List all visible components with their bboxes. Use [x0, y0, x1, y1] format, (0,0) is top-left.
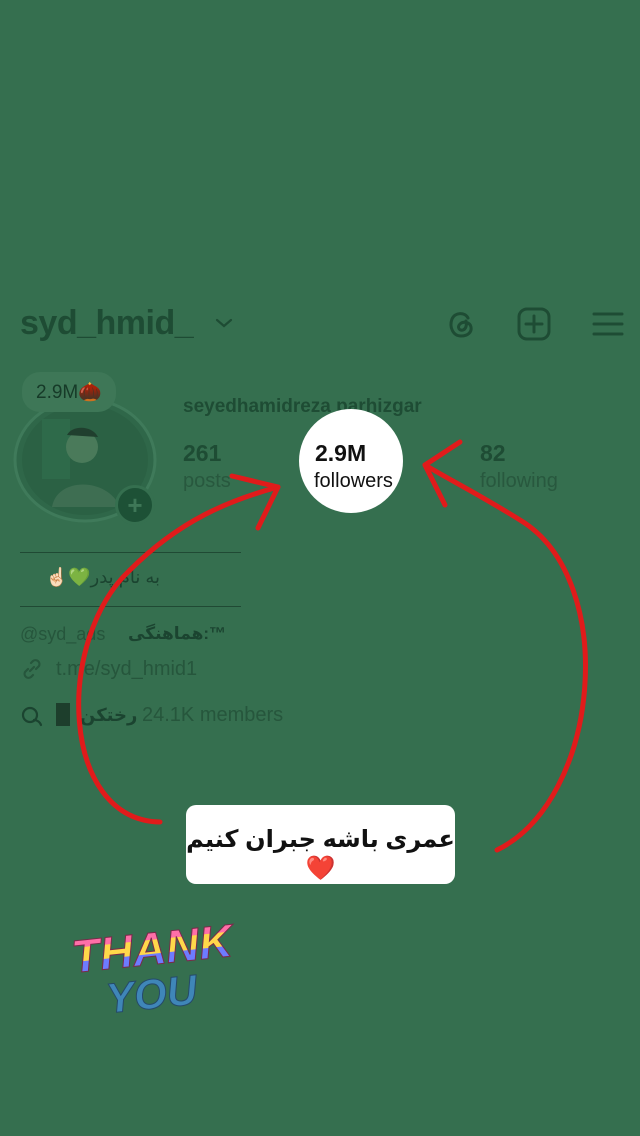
caption-text: عمری باشه جبران کنیم❤️ [186, 826, 455, 882]
right-arrow [422, 462, 588, 853]
sticker-line2: YOU [104, 966, 201, 1020]
thank-you-sticker: THANK YOU [69, 913, 238, 1020]
left-arrow [76, 484, 281, 825]
